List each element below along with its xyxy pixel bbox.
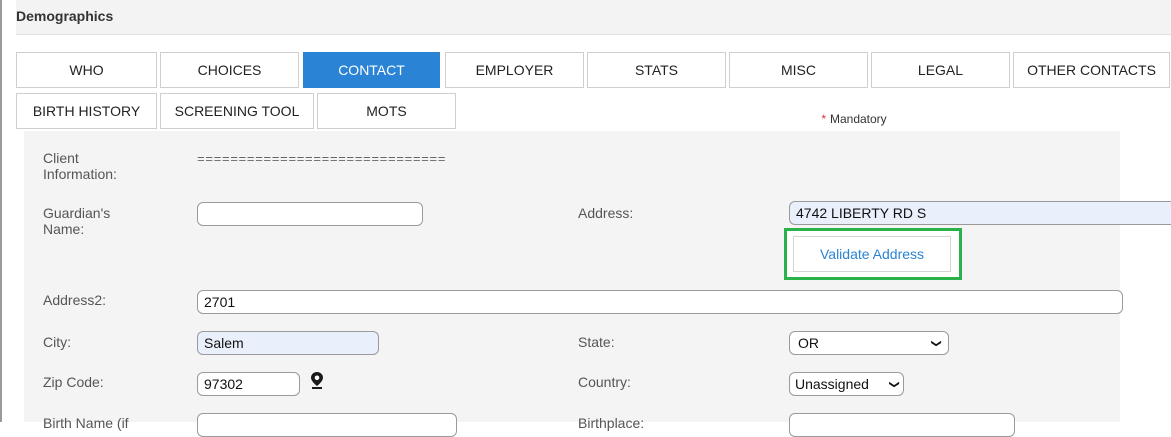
zip-label: Zip Code: — [43, 374, 104, 390]
guardian-name-input[interactable] — [197, 202, 423, 226]
mandatory-star: * — [821, 112, 826, 126]
country-select[interactable]: Unassigned ❯ — [789, 372, 904, 396]
tab-who[interactable]: WHO — [16, 52, 157, 88]
birthplace-input[interactable] — [789, 413, 1015, 437]
country-label: Country: — [578, 374, 631, 390]
chevron-down-icon: ❯ — [888, 379, 900, 389]
tab-misc[interactable]: MISC — [729, 52, 868, 88]
title-bar: Demographics — [16, 0, 1171, 35]
address2-label: Address2: — [43, 292, 107, 308]
birth-name-input[interactable] — [197, 413, 457, 437]
country-value: Unassigned — [795, 376, 869, 392]
state-label: State: — [578, 334, 615, 350]
tab-legal[interactable]: LEGAL — [871, 52, 1010, 88]
tab-screening-tool[interactable]: SCREENING TOOL — [160, 93, 314, 129]
state-select[interactable]: OR ❯ — [789, 331, 949, 355]
client-info-label: Client Information: — [43, 150, 117, 182]
tab-mots[interactable]: MOTS — [317, 93, 456, 129]
address-input[interactable] — [789, 201, 1171, 225]
tab-birth-history[interactable]: BIRTH HISTORY — [16, 93, 157, 129]
client-info-value: ============================== — [197, 152, 447, 167]
window-title: Demographics — [16, 8, 114, 24]
birth-name-label: Birth Name (if — [43, 415, 129, 431]
validate-address-button[interactable]: Validate Address — [793, 236, 951, 272]
address2-input[interactable] — [197, 290, 1123, 314]
address-label: Address: — [578, 205, 634, 221]
chevron-down-icon: ❯ — [930, 338, 942, 348]
city-input[interactable] — [197, 331, 379, 355]
birthplace-label: Birthplace: — [578, 415, 645, 431]
mandatory-note: * Mandatory — [804, 108, 904, 130]
city-label: City: — [43, 334, 71, 350]
state-value: OR — [798, 335, 819, 351]
tab-employer[interactable]: EMPLOYER — [445, 52, 584, 88]
guardian-name-label: Guardian's Name: — [43, 205, 111, 237]
tab-contact[interactable]: CONTACT — [303, 52, 440, 88]
validate-address-highlight: Validate Address — [784, 228, 962, 280]
tab-stats[interactable]: STATS — [587, 52, 726, 88]
tab-other-contacts[interactable]: OTHER CONTACTS — [1013, 52, 1170, 88]
tab-choices[interactable]: CHOICES — [160, 52, 299, 88]
zip-input[interactable] — [197, 372, 300, 396]
mandatory-text: Mandatory — [829, 112, 887, 126]
map-pin-icon[interactable] — [310, 371, 324, 389]
